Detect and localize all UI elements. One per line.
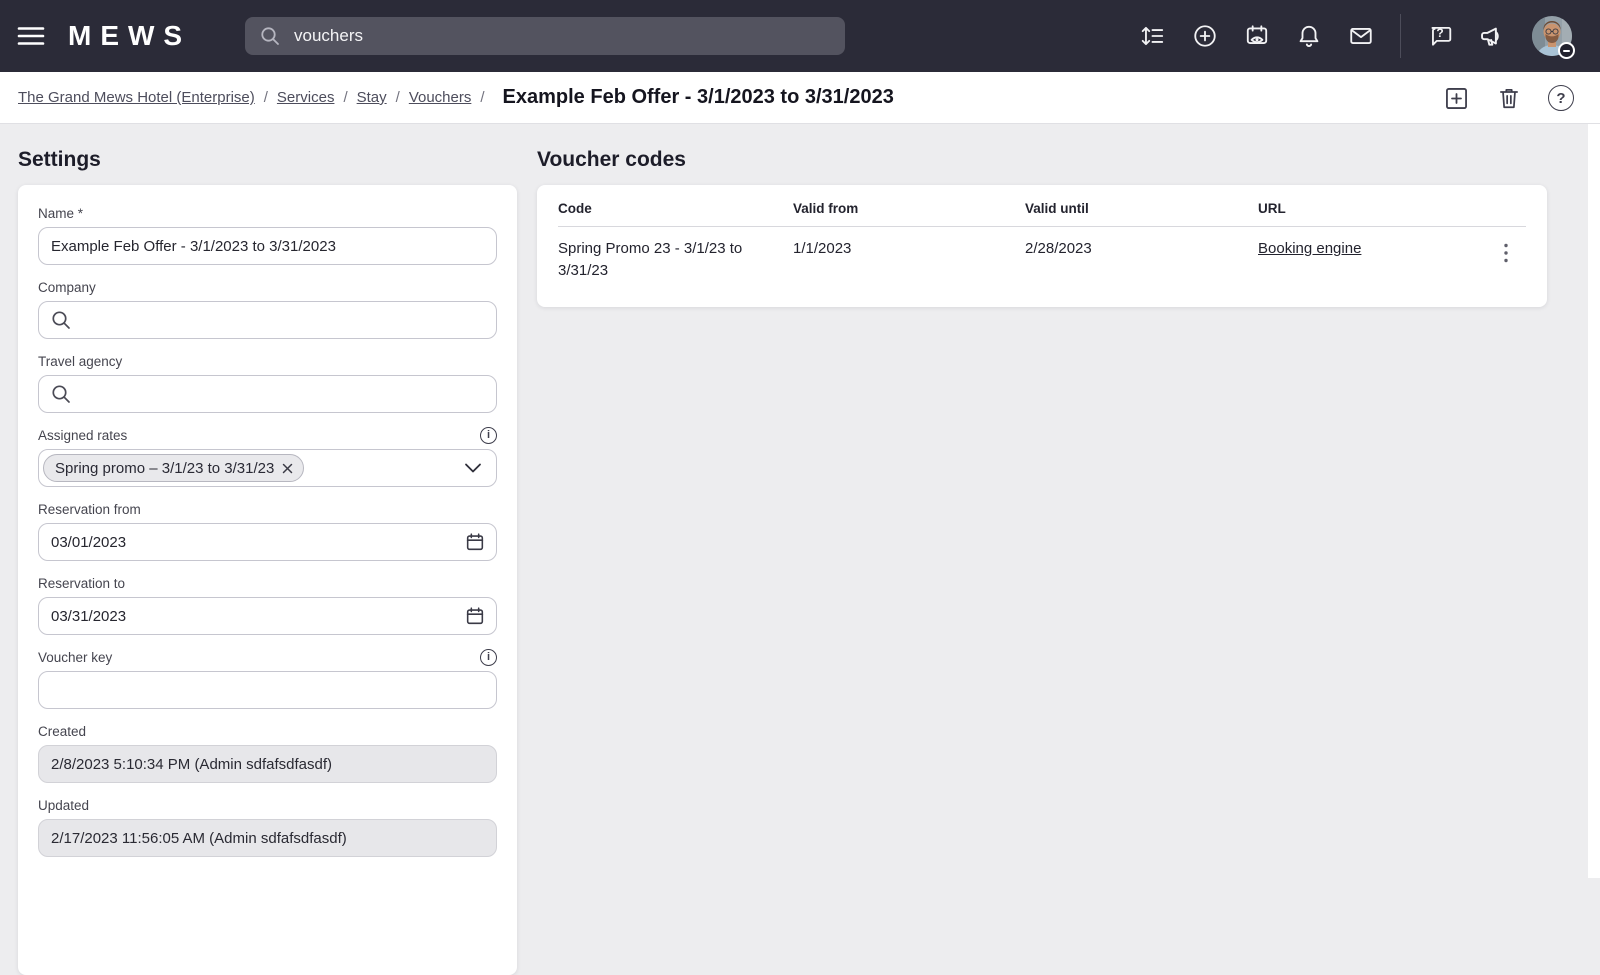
feedback-help-bubble-icon[interactable]: ? (1427, 23, 1453, 49)
info-icon[interactable]: i (480, 427, 497, 444)
breadcrumb-vouchers-link[interactable]: Vouchers (409, 89, 472, 106)
user-avatar[interactable] (1532, 16, 1572, 56)
created-label: Created (38, 724, 86, 739)
field-name: Name * (38, 205, 497, 265)
avatar-status-badge (1558, 42, 1575, 59)
updated-label: Updated (38, 798, 89, 813)
chevron-down-icon (464, 462, 482, 474)
name-input[interactable] (38, 227, 497, 265)
page-title: Example Feb Offer - 3/1/2023 to 3/31/202… (503, 86, 894, 109)
company-label: Company (38, 280, 96, 295)
voucher-codes-table: Code Valid from Valid until URL Spring P… (558, 185, 1526, 282)
breadcrumb: The Grand Mews Hotel (Enterprise) / Serv… (18, 86, 894, 109)
settings-card: Name * Company Travel agency (18, 185, 517, 975)
topbar-actions: ? (1140, 0, 1600, 72)
delete-trash-button[interactable] (1496, 85, 1522, 111)
scrollbar-track[interactable] (1588, 124, 1600, 878)
search-input[interactable] (292, 25, 831, 47)
page-actions: ? (1443, 72, 1600, 124)
question-glyph: ? (1556, 90, 1565, 107)
help-button[interactable]: ? (1548, 85, 1574, 111)
url-cell: Booking engine (1258, 227, 1504, 282)
search-icon (259, 25, 281, 47)
density-sort-icon[interactable] (1140, 23, 1166, 49)
created-value (38, 745, 497, 783)
messages-mail-icon[interactable] (1348, 23, 1374, 49)
add-voucher-button[interactable] (1443, 85, 1470, 112)
row-menu-kebab-icon[interactable] (1504, 227, 1526, 282)
assigned-rate-chip: Spring promo – 3/1/23 to 3/31/23 (43, 454, 304, 482)
topbar: MEWS (0, 0, 1600, 72)
reservation-to-input[interactable] (38, 597, 497, 635)
travel-agency-search-input[interactable] (38, 375, 497, 413)
reservation-to-label: Reservation to (38, 576, 125, 591)
reservation-from-input[interactable] (38, 523, 497, 561)
voucher-key-input[interactable] (38, 671, 497, 709)
settings-heading: Settings (18, 148, 101, 172)
assigned-rate-chip-label: Spring promo – 3/1/23 to 3/31/23 (55, 460, 274, 477)
company-search-input[interactable] (38, 301, 497, 339)
hamburger-menu-icon[interactable] (17, 24, 45, 48)
voucher-codes-card: Code Valid from Valid until URL Spring P… (537, 185, 1547, 307)
calendar-icon[interactable] (464, 531, 486, 553)
field-company: Company (38, 279, 497, 339)
name-label: Name * (38, 206, 83, 221)
field-travel-agency: Travel agency (38, 353, 497, 413)
column-header-url: URL (1258, 185, 1504, 227)
booking-engine-link[interactable]: Booking engine (1258, 240, 1361, 257)
field-created: Created (38, 723, 497, 783)
field-assigned-rates: Assigned rates i Spring promo – 3/1/23 t… (38, 427, 497, 487)
column-header-valid-until: Valid until (1025, 185, 1258, 227)
info-icon[interactable]: i (480, 649, 497, 666)
breadcrumb-services-link[interactable]: Services (277, 89, 335, 106)
field-reservation-to: Reservation to (38, 575, 497, 635)
voucher-codes-heading: Voucher codes (537, 148, 686, 172)
breadcrumb-separator: / (343, 89, 347, 106)
column-header-code: Code (558, 185, 793, 227)
valid-from-cell: 1/1/2023 (793, 227, 1025, 282)
question-glyph: ? (1427, 26, 1453, 41)
voucher-code-cell: Spring Promo 23 - 3/1/23 to 3/31/23 (558, 227, 776, 282)
assigned-rates-label: Assigned rates (38, 428, 127, 443)
breadcrumb-bar: The Grand Mews Hotel (Enterprise) / Serv… (0, 72, 1600, 124)
column-header-valid-from: Valid from (793, 185, 1025, 227)
notifications-bell-icon[interactable] (1296, 23, 1322, 49)
global-search[interactable] (245, 17, 845, 55)
breadcrumb-stay-link[interactable]: Stay (357, 89, 387, 106)
reservation-from-label: Reservation from (38, 502, 141, 517)
updated-value (38, 819, 497, 857)
calendar-icon[interactable] (464, 605, 486, 627)
breadcrumb-separator: / (396, 89, 400, 106)
column-header-actions (1504, 185, 1526, 227)
chip-close-icon[interactable] (282, 463, 293, 474)
field-reservation-from: Reservation from (38, 501, 497, 561)
field-voucher-key: Voucher key i (38, 649, 497, 709)
field-updated: Updated (38, 797, 497, 857)
topbar-divider (1400, 14, 1401, 58)
breadcrumb-separator: / (480, 89, 484, 106)
assigned-rates-select[interactable]: Spring promo – 3/1/23 to 3/31/23 (38, 449, 497, 487)
add-circle-icon[interactable] (1192, 23, 1218, 49)
announcements-megaphone-icon[interactable] (1479, 23, 1506, 50)
travel-agency-label: Travel agency (38, 354, 122, 369)
valid-until-cell: 2/28/2023 (1025, 227, 1258, 282)
mews-logo[interactable]: MEWS (68, 20, 191, 52)
breadcrumb-separator: / (264, 89, 268, 106)
breadcrumb-enterprise-link[interactable]: The Grand Mews Hotel (Enterprise) (18, 89, 255, 106)
calendar-view-icon[interactable] (1244, 23, 1270, 49)
content-area: Settings Voucher codes Name * Company Tr… (0, 124, 1600, 878)
voucher-key-label: Voucher key (38, 650, 112, 665)
